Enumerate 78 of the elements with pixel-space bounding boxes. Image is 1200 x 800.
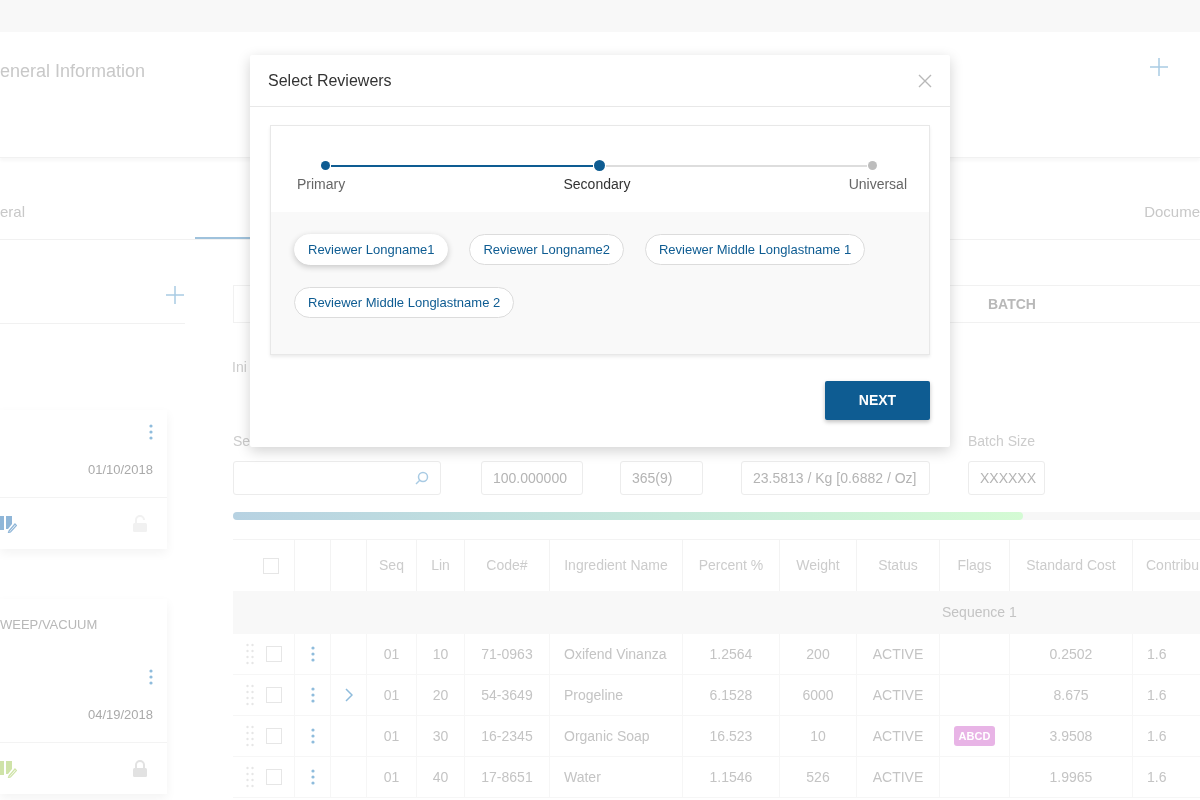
- reviewer-chip[interactable]: Reviewer Longname1: [294, 234, 449, 265]
- table-cell: 20: [417, 675, 465, 715]
- table-cell: 1.2564: [683, 634, 780, 674]
- dialog-title: Select Reviewers: [268, 70, 392, 91]
- flag-tag: ABCD: [953, 725, 996, 747]
- chevron-right-icon[interactable]: [344, 688, 353, 702]
- table-cell: 10: [417, 634, 465, 674]
- input-field[interactable]: XXXXXX: [968, 461, 1045, 495]
- table-cell: 16.523: [683, 716, 780, 756]
- close-icon[interactable]: [918, 73, 932, 88]
- more-icon[interactable]: [310, 769, 315, 785]
- table-cell: 1.6: [1133, 675, 1200, 715]
- table-cell: 01: [367, 757, 417, 797]
- table-cell: 6.1528: [683, 675, 780, 715]
- add-icon[interactable]: [1150, 58, 1168, 76]
- checkbox[interactable]: [262, 557, 279, 574]
- table-cell: 1.1546: [683, 757, 780, 797]
- more-icon[interactable]: [310, 687, 315, 703]
- table-cell: ACTIVE: [857, 716, 940, 756]
- drag-handle-icon[interactable]: [245, 684, 254, 706]
- table-cell: 16-2345: [465, 716, 550, 756]
- table-cell: 01: [367, 716, 417, 756]
- table-cell: 200: [780, 634, 857, 674]
- step-label: Primary: [297, 175, 346, 194]
- checkbox[interactable]: [265, 769, 282, 785]
- card-title: WEEP/VACUUM: [0, 616, 99, 631]
- search-icon[interactable]: [415, 471, 429, 485]
- table-cell: 6000: [780, 675, 857, 715]
- table-cell: 0.2502: [1010, 634, 1133, 674]
- more-icon[interactable]: [310, 646, 315, 662]
- table-cell: 1.6: [1133, 634, 1200, 674]
- table-cell: 40: [417, 757, 465, 797]
- table-cell: ACTIVE: [857, 757, 940, 797]
- input-field[interactable]: 23.5813 / Kg [0.6882 / Oz]: [741, 461, 930, 495]
- table-cell: 54-3649: [465, 675, 550, 715]
- document-edit-icon[interactable]: [0, 514, 17, 533]
- more-icon[interactable]: [149, 669, 153, 685]
- table-cell: Organic Soap: [550, 716, 683, 756]
- reviewer-chip[interactable]: Reviewer Middle Longlastname 1: [644, 234, 866, 265]
- table-cell: 30: [417, 716, 465, 756]
- card-date: 04/19/2018: [87, 706, 153, 721]
- table-cell: 1.6: [1133, 757, 1200, 797]
- table-cell: 01: [367, 675, 417, 715]
- checkbox[interactable]: [265, 728, 282, 744]
- table-cell: 1.9965: [1010, 757, 1133, 797]
- add-icon[interactable]: [166, 286, 184, 304]
- reviewer-chip[interactable]: Reviewer Middle Longlastname 2: [294, 287, 515, 318]
- table-cell: Oxifend Vinanza: [550, 634, 683, 674]
- table-cell: ACTIVE: [857, 634, 940, 674]
- table-cell: 01: [367, 634, 417, 674]
- lock-icon[interactable]: [133, 760, 147, 777]
- drag-handle-icon[interactable]: [245, 766, 254, 788]
- checkbox[interactable]: [265, 646, 282, 662]
- more-icon[interactable]: [310, 728, 315, 744]
- table-cell: 8.675: [1010, 675, 1133, 715]
- drag-handle-icon[interactable]: [245, 725, 254, 747]
- table-cell: 1.6: [1133, 716, 1200, 756]
- next-button[interactable]: NEXT: [825, 381, 930, 420]
- step-label: Secondary: [563, 175, 631, 194]
- input-field[interactable]: 365(9): [620, 461, 703, 495]
- checkbox[interactable]: [265, 687, 282, 703]
- section-tab[interactable]: BATCH: [988, 293, 1036, 315]
- card-date: 01/10/2018: [87, 461, 153, 476]
- drag-handle-icon[interactable]: [245, 643, 254, 665]
- table-cell: ACTIVE: [857, 675, 940, 715]
- search-field[interactable]: [233, 461, 441, 495]
- table-cell: 526: [780, 757, 857, 797]
- document-edit-icon[interactable]: [0, 759, 17, 778]
- table-cell: 17-8651: [465, 757, 550, 797]
- input-field[interactable]: 100.000000: [481, 461, 583, 495]
- table-cell: 3.9508: [1010, 716, 1133, 756]
- table-cell: 71-0963: [465, 634, 550, 674]
- step-label: Universal: [848, 175, 907, 194]
- table-cell: 10: [780, 716, 857, 756]
- reviewer-chip[interactable]: Reviewer Longname2: [469, 234, 624, 265]
- more-icon[interactable]: [149, 424, 153, 440]
- table-cell: Water: [550, 757, 683, 797]
- table-cell: Progeline: [550, 675, 683, 715]
